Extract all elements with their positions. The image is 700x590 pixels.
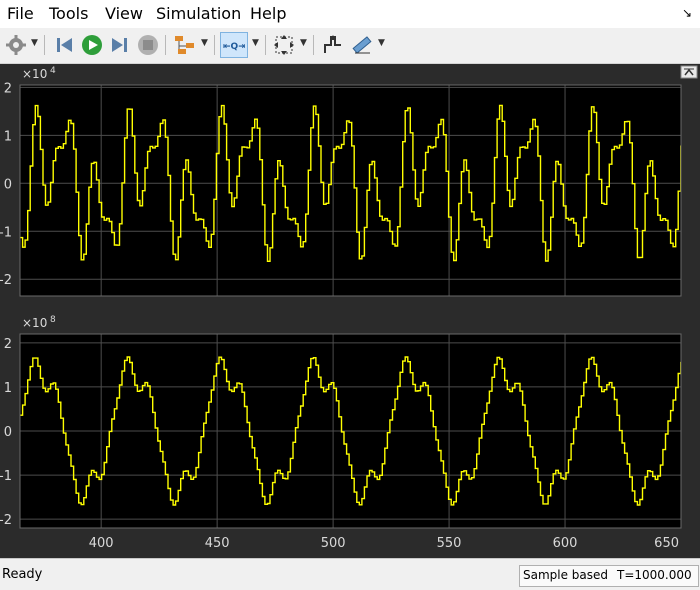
x-tick-label: 600 [553,536,578,551]
status-box: Sample based T=1000.000 [519,565,699,587]
y-tick-label: 1 [4,129,12,144]
scope-plots[interactable]: -2-1012×10 4-2-1012×10 8400 450 500 550 600 650 [0,64,700,558]
y-exponent-label: ×10 [22,67,47,81]
x-tick-label: 400 [89,536,114,551]
toolbar-divider [44,35,45,55]
triggers-icon[interactable] [321,33,345,57]
x-tick-label: 450 [205,536,230,551]
toolbar-divider [265,35,266,55]
y-exponent-power: 4 [50,66,56,76]
x-tick-label: 650 [654,536,679,551]
menu-tools[interactable]: Tools [49,4,88,23]
y-tick-label: -2 [0,273,12,288]
step-forward-icon[interactable] [108,33,132,57]
toolbar-divider [313,35,314,55]
y-tick-label: 2 [4,81,12,96]
status-ready: Ready [2,567,43,582]
menu-help[interactable]: Help [250,4,286,23]
svg-text:⇤Q⇥: ⇤Q⇥ [223,42,245,52]
signal-hierarchy-icon[interactable] [173,33,197,57]
menu-simulation[interactable]: Simulation [156,4,241,23]
hierarchy-dropdown-icon[interactable]: ▼ [201,38,208,48]
y-tick-label: 0 [4,177,12,192]
toolbar-divider [214,35,215,55]
step-back-icon[interactable] [52,33,76,57]
y-tick-label: -2 [0,513,12,528]
y-tick-label: 0 [4,425,12,440]
scope-display: -2 -1 0 1 2 ×10 4 -2 -1 0 1 2 ×10 8 400 450 500 550 600 650 [0,64,700,558]
zoom-dropdown-icon[interactable]: ▼ [252,38,259,48]
toolbar-divider [165,35,166,55]
gear-icon[interactable] [4,33,28,57]
time-label: T=1000.000 [617,568,692,582]
menu-view[interactable]: View [105,4,143,23]
undock-button[interactable] [680,65,698,79]
y-tick-label: 2 [4,337,12,352]
menu-bar: File Tools View Simulation Help ↘ [0,0,700,28]
y-tick-label: -1 [0,469,12,484]
menu-file[interactable]: File [7,4,34,23]
run-icon[interactable] [80,33,104,57]
fit-to-view-icon[interactable] [272,33,296,57]
x-tick-label: 550 [437,536,462,551]
undock-arrow-icon[interactable]: ↘ [682,6,692,20]
plot-area-1 [20,85,681,296]
toolbar: ▼ ▼ ⇤Q⇥ ▼ ▼ ▼ [0,28,700,64]
measure-dropdown-icon[interactable]: ▼ [378,38,385,48]
stop-icon[interactable] [136,33,160,57]
cursor-measure-icon[interactable] [350,33,374,57]
sample-based-label: Sample based [523,568,609,582]
status-bar: Ready Sample based T=1000.000 [0,558,700,590]
y-exponent-label: ×10 [22,316,47,330]
zoom-icon[interactable]: ⇤Q⇥ [220,32,248,58]
y-tick-label: 1 [4,381,12,396]
fit-dropdown-icon[interactable]: ▼ [300,38,307,48]
gear-dropdown-icon[interactable]: ▼ [31,38,38,48]
x-tick-label: 500 [321,536,346,551]
y-tick-label: -1 [0,225,12,240]
y-exponent-power: 8 [50,315,56,325]
